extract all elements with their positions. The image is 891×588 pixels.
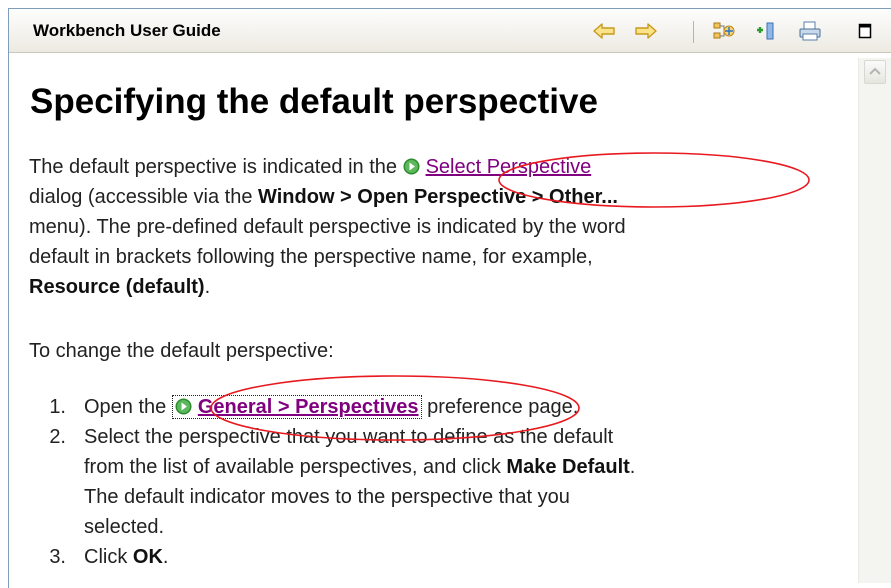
general-perspectives-link-focus[interactable]: General > Perspectives [171, 395, 422, 419]
general-perspectives-link[interactable]: General > Perspectives [198, 396, 419, 418]
view-titlebar: Workbench User Guide [9, 9, 891, 53]
list-item: 1. Open the General > Perspectives prefe… [49, 392, 854, 422]
change-intro: To change the default perspective: [29, 340, 334, 362]
go-arrow-icon [175, 398, 192, 415]
intro-text-3: menu). The pre-defined default perspecti… [29, 216, 626, 238]
menu-path: Window > Open Perspective > Other... [258, 186, 618, 208]
go-arrow-icon [403, 158, 420, 175]
step-text: . [629, 456, 636, 478]
intro-paragraph: The default perspective is indicated in … [29, 152, 829, 302]
step-text: from the list of available perspectives,… [84, 456, 501, 478]
show-in-contents-icon[interactable] [709, 19, 739, 43]
intro-period: . [204, 276, 211, 298]
scroll-up-button[interactable] [864, 60, 886, 84]
select-perspective-link[interactable]: Select Perspective [426, 156, 592, 178]
step-number: 3. [49, 546, 66, 568]
toolbar-separator [693, 21, 694, 43]
list-item: 2. Select the perspective that you want … [49, 422, 854, 542]
print-icon[interactable] [795, 19, 825, 43]
bookmark-document-icon[interactable] [751, 19, 781, 43]
steps-list: 1. Open the General > Perspectives prefe… [49, 392, 854, 572]
intro-text-1: The default perspective is indicated in … [29, 156, 397, 178]
step-text: Click [84, 546, 128, 568]
intro-text-4: default in brackets following the perspe… [29, 246, 593, 268]
make-default-label: Make Default [506, 456, 630, 478]
ok-label: OK [132, 546, 163, 568]
step-text: . [162, 546, 169, 568]
step-text: Select the perspective that you want to … [84, 426, 614, 448]
step-number: 1. [49, 396, 66, 418]
back-arrow-icon[interactable] [589, 19, 619, 43]
page-heading: Specifying the default perspective [30, 82, 598, 121]
forward-arrow-icon[interactable] [631, 19, 661, 43]
list-item: 3. Click OK. [49, 542, 854, 572]
step-text: preference page. [427, 396, 579, 418]
step-text: selected. [84, 516, 165, 538]
example-perspective: Resource (default) [29, 276, 205, 298]
intro-text-2: dialog (accessible via the [29, 186, 253, 208]
view-title: Workbench User Guide [33, 21, 221, 40]
vertical-scrollbar[interactable] [858, 58, 891, 583]
step-number: 2. [49, 426, 66, 448]
maximize-icon[interactable] [853, 19, 877, 43]
step-text: Open the [84, 396, 167, 418]
step-text: The default indicator moves to the persp… [84, 486, 570, 508]
